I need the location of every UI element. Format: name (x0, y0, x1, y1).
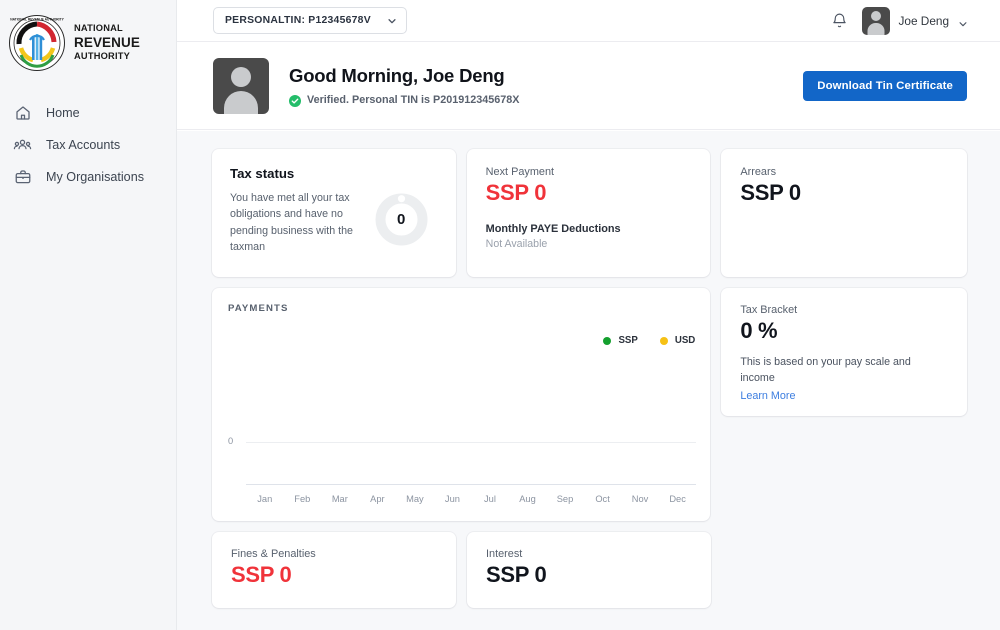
sidebar-item-label-tax-accounts: Tax Accounts (46, 138, 120, 152)
download-tin-certificate-button[interactable]: Download Tin Certificate (803, 71, 967, 101)
x-tick: Nov (621, 494, 659, 504)
check-circle-icon (289, 94, 301, 106)
next-payment-label: Next Payment (486, 166, 692, 178)
bell-icon[interactable] (831, 12, 848, 29)
x-tick: Jul (471, 494, 509, 504)
verified-status: Verified. Personal TIN is P201912345678X (289, 94, 519, 106)
card-row-3: Fines & Penalties SSP 0 Interest SSP 0 (212, 532, 967, 608)
interest-label: Interest (486, 548, 692, 560)
x-tick: Jan (246, 494, 284, 504)
tin-selector-value: PERSONALTIN: P12345678V (225, 15, 371, 26)
tax-bracket-description: This is based on your pay scale and inco… (740, 355, 948, 386)
x-tick: Feb (284, 494, 322, 504)
brand-line-1: NATIONAL (74, 23, 140, 34)
tax-status-description: You have met all your tax obligations an… (230, 190, 362, 255)
next-payment-amount: SSP 0 (486, 180, 692, 206)
dashboard-content: Tax status You have met all your tax obl… (177, 131, 1000, 630)
nra-circular-emblem-icon: NATIONAL REVENUE AUTHORITY (8, 14, 66, 72)
sidebar-nav: Home Tax Accounts (0, 98, 176, 192)
brand-wordmark: NATIONAL REVENUE AUTHORITY (74, 23, 140, 62)
topbar: PERSONALTIN: P12345678V Joe Deng (177, 0, 1000, 42)
tin-selector-dropdown[interactable]: PERSONALTIN: P12345678V (213, 7, 407, 34)
greeting-banner: Good Morning, Joe Deng Verified. Persona… (177, 42, 1000, 130)
tax-bracket-value: 0 % (740, 318, 948, 344)
tax-bracket-label: Tax Bracket (740, 304, 948, 316)
status-badge: Verified. Personal TIN is P201912345678X (307, 94, 519, 106)
x-tick: May (396, 494, 434, 504)
topbar-right: Joe Deng (831, 7, 968, 35)
x-tick: Mar (321, 494, 359, 504)
page-title: Good Morning, Joe Deng (289, 65, 519, 87)
card-row-1: Tax status You have met all your tax obl… (212, 149, 967, 277)
interest-amount: SSP 0 (486, 562, 692, 588)
chevron-down-icon (958, 16, 967, 25)
chevron-down-icon (387, 16, 396, 25)
monthly-paye-value: Not Available (486, 238, 692, 250)
fines-amount: SSP 0 (231, 562, 437, 588)
tax-status-title: Tax status (230, 166, 438, 181)
brand-line-3: AUTHORITY (74, 51, 140, 62)
x-tick: Oct (584, 494, 622, 504)
x-tick: Dec (659, 494, 697, 504)
tax-bracket-card: Tax Bracket 0 % This is based on your pa… (721, 288, 967, 416)
arrears-label: Arrears (740, 166, 948, 178)
tax-status-card: Tax status You have met all your tax obl… (212, 149, 456, 277)
payments-chart-card: PAYMENTS SSP USD 0 (212, 288, 710, 521)
arrears-amount: SSP 0 (740, 180, 948, 206)
fines-penalties-card: Fines & Penalties SSP 0 (212, 532, 456, 608)
learn-more-link[interactable]: Learn More (740, 390, 795, 402)
brand-line-2: REVENUE (74, 35, 140, 51)
payments-chart-title: PAYMENTS (228, 303, 696, 314)
sidebar-item-my-organisations[interactable]: My Organisations (0, 162, 176, 192)
tax-status-gauge-value: 0 (375, 193, 428, 246)
brand-header: NATIONAL REVENUE AUTHORITY NATIONAL REVE… (0, 12, 176, 72)
chart-gridline (246, 442, 696, 443)
home-icon (13, 104, 32, 123)
chart-x-axis (246, 484, 696, 485)
fines-label: Fines & Penalties (231, 548, 437, 560)
app-root: NATIONAL REVENUE AUTHORITY NATIONAL REVE… (0, 0, 1000, 630)
next-payment-card: Next Payment SSP 0 Monthly PAYE Deductio… (467, 149, 711, 277)
x-tick: Apr (359, 494, 397, 504)
x-tick: Aug (509, 494, 547, 504)
people-group-icon (13, 136, 32, 155)
y-axis-tick-0: 0 (228, 436, 233, 446)
avatar (862, 7, 890, 35)
chart-plot-area: 0 Jan Feb Mar Apr May Jun Jul Aug S (228, 343, 696, 507)
sidebar-item-label-home: Home (46, 106, 80, 120)
user-menu[interactable]: Joe Deng (862, 7, 968, 35)
greeting-text: Good Morning, Joe Deng Verified. Persona… (289, 65, 519, 106)
x-tick: Jun (434, 494, 472, 504)
sidebar-item-tax-accounts[interactable]: Tax Accounts (0, 130, 176, 160)
svg-text:NATIONAL REVENUE AUTHORITY: NATIONAL REVENUE AUTHORITY (10, 18, 64, 22)
main-area: PERSONALTIN: P12345678V Joe Deng (177, 0, 1000, 630)
user-name: Joe Deng (899, 14, 950, 28)
monthly-paye-label: Monthly PAYE Deductions (486, 223, 692, 235)
card-row-2: PAYMENTS SSP USD 0 (212, 288, 967, 521)
avatar (213, 58, 269, 114)
sidebar-item-home[interactable]: Home (0, 98, 176, 128)
tax-status-gauge: 0 (375, 193, 428, 246)
sidebar-item-label-my-organisations: My Organisations (46, 170, 144, 184)
sidebar: NATIONAL REVENUE AUTHORITY NATIONAL REVE… (0, 0, 177, 630)
x-tick: Sep (546, 494, 584, 504)
chart-x-tick-labels: Jan Feb Mar Apr May Jun Jul Aug Sep Oct … (246, 494, 696, 504)
briefcase-icon (13, 168, 32, 187)
interest-card: Interest SSP 0 (467, 532, 711, 608)
arrears-card: Arrears SSP 0 (721, 149, 967, 277)
